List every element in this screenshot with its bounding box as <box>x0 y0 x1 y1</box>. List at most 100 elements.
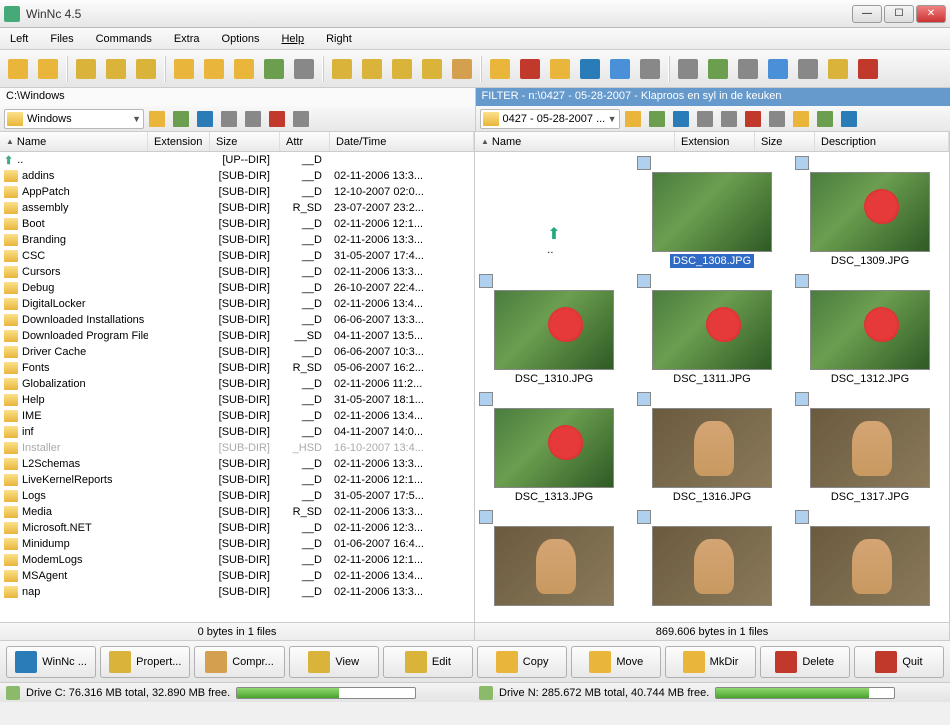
file-row[interactable]: LiveKernelReports[SUB-DIR]__D02-11-2006 … <box>0 472 474 488</box>
menu-help[interactable]: Help <box>277 31 308 47</box>
drive-tool-button[interactable] <box>266 109 288 129</box>
right-col-header[interactable]: ▲Name Extension Size Description <box>475 132 949 152</box>
toolbar-button[interactable] <box>34 55 62 83</box>
drive-tool-button[interactable] <box>218 109 240 129</box>
drive-tool-button[interactable] <box>742 109 764 129</box>
close-button[interactable]: ✕ <box>916 5 946 23</box>
file-row[interactable]: IME[SUB-DIR]__D02-11-2006 13:4... <box>0 408 474 424</box>
drive-tool-button[interactable] <box>838 109 860 129</box>
drive-tool-button[interactable] <box>290 109 312 129</box>
file-row[interactable]: Globalization[SUB-DIR]__D02-11-2006 11:2… <box>0 376 474 392</box>
file-row[interactable]: assembly[SUB-DIR]R_SD23-07-2007 23:2... <box>0 200 474 216</box>
toolbar-button[interactable] <box>704 55 732 83</box>
col-ext[interactable]: Extension <box>148 132 210 151</box>
toolbar-button[interactable] <box>358 55 386 83</box>
drive-tool-button[interactable] <box>670 109 692 129</box>
drive-select-right[interactable]: 0427 - 05-28-2007 ... ▼ <box>480 109 620 129</box>
toolbar-button[interactable] <box>636 55 664 83</box>
menu-right[interactable]: Right <box>322 31 356 47</box>
drive-tool-button[interactable] <box>766 109 788 129</box>
file-row[interactable]: Downloaded Program Files[SUB-DIR]__SD04-… <box>0 328 474 344</box>
drive-select-left[interactable]: Windows ▼ <box>4 109 144 129</box>
file-row[interactable]: Media[SUB-DIR]R_SD02-11-2006 13:3... <box>0 504 474 520</box>
file-row[interactable]: nap[SUB-DIR]__D02-11-2006 13:3... <box>0 584 474 600</box>
path-right[interactable]: FILTER - n:\0427 - 05-28-2007 - Klaproos… <box>476 88 950 106</box>
toolbar-button[interactable] <box>486 55 514 83</box>
file-row[interactable]: Installer[SUB-DIR]_HSD16-10-2007 13:4... <box>0 440 474 456</box>
maximize-button[interactable]: ☐ <box>884 5 914 23</box>
drive-tool-button[interactable] <box>194 109 216 129</box>
toolbar-button[interactable] <box>388 55 416 83</box>
toolbar-button[interactable] <box>72 55 100 83</box>
file-row[interactable]: Microsoft.NET[SUB-DIR]__D02-11-2006 12:3… <box>0 520 474 536</box>
file-row[interactable]: Debug[SUB-DIR]__D26-10-2007 22:4... <box>0 280 474 296</box>
toolbar-button[interactable] <box>200 55 228 83</box>
drive-tool-button[interactable] <box>646 109 668 129</box>
drive-tool-button[interactable] <box>718 109 740 129</box>
fn-button-move[interactable]: Move <box>571 646 661 678</box>
drive-tool-button[interactable] <box>170 109 192 129</box>
toolbar-button[interactable] <box>794 55 822 83</box>
toolbar-button[interactable] <box>418 55 446 83</box>
thumbnail[interactable]: DSC_1311.JPG <box>637 274 787 386</box>
menu-commands[interactable]: Commands <box>92 31 156 47</box>
thumbnail[interactable]: DSC_1310.JPG <box>479 274 629 386</box>
left-file-list[interactable]: ⬆..[UP--DIR]__Daddins[SUB-DIR]__D02-11-2… <box>0 152 474 622</box>
toolbar-button[interactable] <box>546 55 574 83</box>
file-row[interactable]: Fonts[SUB-DIR]R_SD05-06-2007 16:2... <box>0 360 474 376</box>
file-row[interactable]: Cursors[SUB-DIR]__D02-11-2006 13:3... <box>0 264 474 280</box>
thumbnail[interactable] <box>637 510 787 610</box>
toolbar-button[interactable] <box>764 55 792 83</box>
thumbnail[interactable]: DSC_1316.JPG <box>637 392 787 504</box>
toolbar-button[interactable] <box>576 55 604 83</box>
toolbar-button[interactable] <box>4 55 32 83</box>
right-thumbnail-grid[interactable]: ⬆..DSC_1308.JPGDSC_1309.JPGDSC_1310.JPGD… <box>475 152 949 622</box>
col-attr[interactable]: Attr <box>280 132 330 151</box>
toolbar-button[interactable] <box>854 55 882 83</box>
file-row[interactable]: MSAgent[SUB-DIR]__D02-11-2006 13:4... <box>0 568 474 584</box>
fn-button-quit[interactable]: Quit <box>854 646 944 678</box>
toolbar-button[interactable] <box>290 55 318 83</box>
file-row[interactable]: Boot[SUB-DIR]__D02-11-2006 12:1... <box>0 216 474 232</box>
toolbar-button[interactable] <box>734 55 762 83</box>
menu-options[interactable]: Options <box>218 31 264 47</box>
toolbar-button[interactable] <box>132 55 160 83</box>
col-size[interactable]: Size <box>755 132 815 151</box>
drive-tool-button[interactable] <box>790 109 812 129</box>
fn-button-delete[interactable]: Delete <box>760 646 850 678</box>
minimize-button[interactable]: — <box>852 5 882 23</box>
file-row[interactable]: DigitalLocker[SUB-DIR]__D02-11-2006 13:4… <box>0 296 474 312</box>
drive-tool-button[interactable] <box>146 109 168 129</box>
fn-button-mkdir[interactable]: MkDir <box>665 646 755 678</box>
thumbnail[interactable]: DSC_1317.JPG <box>795 392 945 504</box>
drive-tool-button[interactable] <box>694 109 716 129</box>
toolbar-button[interactable] <box>230 55 258 83</box>
file-row[interactable]: Driver Cache[SUB-DIR]__D06-06-2007 10:3.… <box>0 344 474 360</box>
drive-tool-button[interactable] <box>814 109 836 129</box>
file-row[interactable]: AppPatch[SUB-DIR]__D12-10-2007 02:0... <box>0 184 474 200</box>
menu-files[interactable]: Files <box>46 31 77 47</box>
file-row[interactable]: addins[SUB-DIR]__D02-11-2006 13:3... <box>0 168 474 184</box>
toolbar-button[interactable] <box>260 55 288 83</box>
file-row[interactable]: inf[SUB-DIR]__D04-11-2007 14:0... <box>0 424 474 440</box>
toolbar-button[interactable] <box>516 55 544 83</box>
file-row[interactable]: Minidump[SUB-DIR]__D01-06-2007 16:4... <box>0 536 474 552</box>
path-left[interactable]: C:\Windows <box>0 88 476 106</box>
thumbnail[interactable]: DSC_1308.JPG <box>637 156 787 268</box>
thumbnail[interactable] <box>479 510 629 610</box>
left-col-header[interactable]: ▲Name Extension Size Attr Date/Time <box>0 132 474 152</box>
fn-button-compr[interactable]: Compr... <box>194 646 284 678</box>
thumbnail[interactable] <box>795 510 945 610</box>
fn-button-copy[interactable]: Copy <box>477 646 567 678</box>
col-desc[interactable]: Description <box>815 132 949 151</box>
fn-button-edit[interactable]: Edit <box>383 646 473 678</box>
toolbar-button[interactable] <box>102 55 130 83</box>
file-row[interactable]: Branding[SUB-DIR]__D02-11-2006 13:3... <box>0 232 474 248</box>
toolbar-button[interactable] <box>824 55 852 83</box>
menu-extra[interactable]: Extra <box>170 31 204 47</box>
col-ext[interactable]: Extension <box>675 132 755 151</box>
file-row[interactable]: ⬆..[UP--DIR]__D <box>0 152 474 168</box>
file-row[interactable]: Help[SUB-DIR]__D31-05-2007 18:1... <box>0 392 474 408</box>
file-row[interactable]: Logs[SUB-DIR]__D31-05-2007 17:5... <box>0 488 474 504</box>
drive-tool-button[interactable] <box>242 109 264 129</box>
